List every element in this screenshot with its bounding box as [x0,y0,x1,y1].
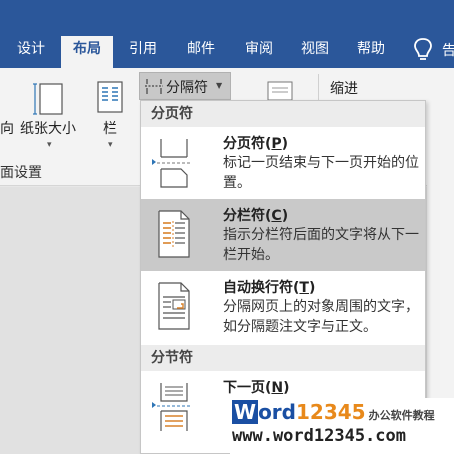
text-wrapping-break-icon [158,282,190,330]
menu-item-page-break[interactable]: 分页符(P) 标记一页结束与下一页开始的位置。 [141,127,425,199]
breaks-button-label: 分隔符 [166,80,208,96]
tab-layout[interactable]: 布局 [61,36,113,68]
paper-size-dropdown-icon[interactable]: ▾ [47,140,52,150]
next-page-title: 下一页(N) [223,380,290,396]
column-break-icon [158,210,190,258]
tab-help[interactable]: 帮助 [350,36,392,68]
tab-mailings[interactable]: 邮件 [180,36,222,68]
page-break-title: 分页符(P) [223,136,289,152]
tab-view[interactable]: 视图 [294,36,336,68]
indent-label: 缩进 [330,81,358,97]
breaks-icon [145,79,163,94]
page-break-description: 标记一页结束与下一页开始的位置。 [223,155,419,191]
tab-review[interactable]: 审阅 [238,36,280,68]
next-page-section-icon [152,383,191,431]
orientation-button-label[interactable]: 向 [0,118,14,138]
menu-item-text-wrapping-break[interactable]: 自动换行符(T) 分隔网页上的对象周围的文字，如分隔题注文字与正文。 [141,271,425,343]
tab-references[interactable]: 引用 [122,36,164,68]
column-break-title: 分栏符(C) [223,208,289,224]
breaks-dropdown-icon: ▼ [216,81,223,90]
column-break-description: 指示分栏符后面的文字将从下一栏开始。 [223,227,419,263]
tell-me-label[interactable]: 告 [442,40,454,60]
watermark-url: www.word12345.com [232,426,406,446]
columns-icon [97,81,123,113]
paragraph-icon [267,81,293,100]
columns-button[interactable]: 栏 [103,118,117,138]
breaks-button[interactable]: 分隔符 ▼ [139,72,231,100]
section-breaks-section-header: 分节符 [141,345,425,371]
watermark-brand: Word12345 办公软件教程 [232,400,435,424]
page-setup-group-label: 面设置 [0,165,42,181]
page-break-icon [152,139,191,188]
paper-size-button[interactable]: 纸张大小 [20,118,76,138]
menu-item-column-break[interactable]: 分栏符(C) 指示分栏符后面的文字将从下一栏开始。 [141,199,425,271]
paper-size-icon [33,83,63,115]
columns-dropdown-icon[interactable]: ▾ [108,140,113,150]
ribbon-tab-bar: 设计 布局 引用 邮件 审阅 视图 帮助 告 [0,0,454,68]
lightbulb-icon[interactable] [412,37,434,63]
tab-design[interactable]: 设计 [10,36,52,68]
text-wrapping-break-description: 分隔网页上的对象周围的文字，如分隔题注文字与正文。 [223,299,419,335]
text-wrapping-break-title: 自动换行符(T) [223,280,316,296]
page-breaks-section-header: 分页符 [141,101,425,127]
watermark: Word12345 办公软件教程 www.word12345.com [230,398,454,454]
